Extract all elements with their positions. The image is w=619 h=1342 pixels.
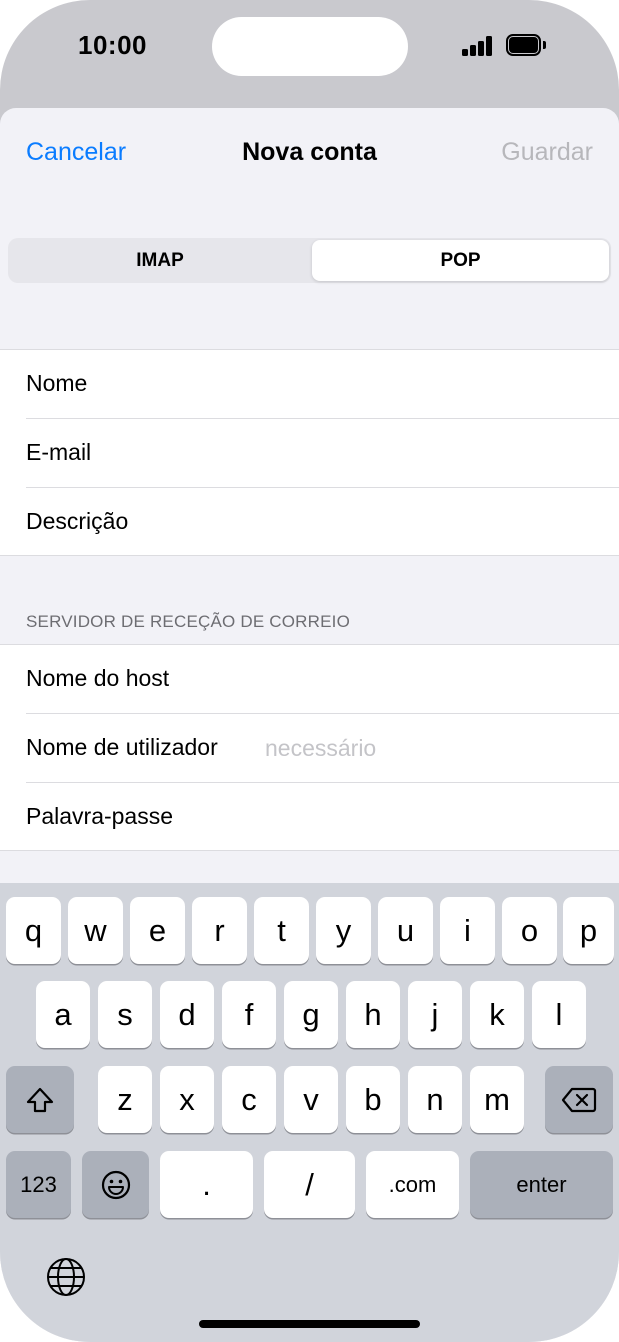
password-label: Palavra-passe [26,803,174,829]
delete-icon [561,1087,597,1112]
key-y[interactable]: y [316,897,371,964]
key-i[interactable]: i [440,897,495,964]
key-e[interactable]: e [130,897,185,964]
key-b[interactable]: b [346,1066,400,1133]
key-p[interactable]: p [563,897,614,964]
key-h[interactable]: h [346,981,400,1048]
hostname-field[interactable]: Nome do host [0,644,619,713]
key-v[interactable]: v [284,1066,338,1133]
key-x[interactable]: x [160,1066,214,1133]
name-field[interactable]: Nome [0,349,619,418]
signal-icon [462,36,494,56]
key-n[interactable]: n [408,1066,462,1133]
phone-screen: 10:00 Cancelar Nova conta Guardar IMAP P… [0,0,619,1342]
emoji-key[interactable] [82,1151,149,1218]
delete-key[interactable] [545,1066,613,1133]
key-c[interactable]: c [222,1066,276,1133]
description-field[interactable]: Descrição [0,487,619,556]
globe-icon[interactable] [45,1256,87,1298]
enter-key[interactable]: enter [470,1151,613,1218]
segment-imap[interactable]: IMAP [10,240,310,281]
keyboard: q w e r t y u i o p a s d f g h j k l z … [0,883,619,1342]
email-label: E-mail [26,439,92,465]
key-g[interactable]: g [284,981,338,1048]
key-w[interactable]: w [68,897,123,964]
incoming-server-header: SERVIDOR DE RECEÇÃO DE CORREIO [26,612,351,631]
nav-bar: Cancelar Nova conta Guardar [0,108,619,200]
dot-key[interactable]: . [160,1151,253,1218]
dotcom-key[interactable]: .com [366,1151,459,1218]
emoji-icon [101,1170,130,1199]
home-indicator[interactable] [199,1320,420,1328]
key-r[interactable]: r [192,897,247,964]
segment-pop[interactable]: POP [312,240,609,281]
key-t[interactable]: t [254,897,309,964]
status-time: 10:00 [78,30,147,60]
email-field[interactable]: E-mail [0,418,619,487]
key-o[interactable]: o [502,897,557,964]
battery-icon [506,34,546,56]
shift-key[interactable] [6,1066,74,1133]
save-button[interactable]: Guardar [501,138,593,167]
key-u[interactable]: u [378,897,433,964]
username-label: Nome de utilizador [26,734,218,760]
account-info-group: Nome E-mail Descrição [0,349,619,556]
key-f[interactable]: f [222,981,276,1048]
account-type-segmented-control: IMAP POP [8,238,611,283]
hostname-label: Nome do host [26,665,170,691]
dynamic-island [212,17,408,76]
username-placeholder: necessário [265,735,377,761]
key-d[interactable]: d [160,981,214,1048]
key-l[interactable]: l [532,981,586,1048]
key-k[interactable]: k [470,981,524,1048]
key-j[interactable]: j [408,981,462,1048]
key-s[interactable]: s [98,981,152,1048]
shift-icon [26,1087,54,1112]
key-a[interactable]: a [36,981,90,1048]
key-m[interactable]: m [470,1066,524,1133]
numbers-key[interactable]: 123 [6,1151,71,1218]
description-label: Descrição [26,508,129,534]
name-label: Nome [26,370,88,396]
key-q[interactable]: q [6,897,61,964]
key-z[interactable]: z [98,1066,152,1133]
slash-key[interactable]: / [264,1151,355,1218]
password-field[interactable]: Palavra-passe [0,782,619,851]
incoming-server-group: Nome do host Nome de utilizador necessár… [0,644,619,851]
username-field[interactable]: Nome de utilizador necessário [0,713,619,782]
